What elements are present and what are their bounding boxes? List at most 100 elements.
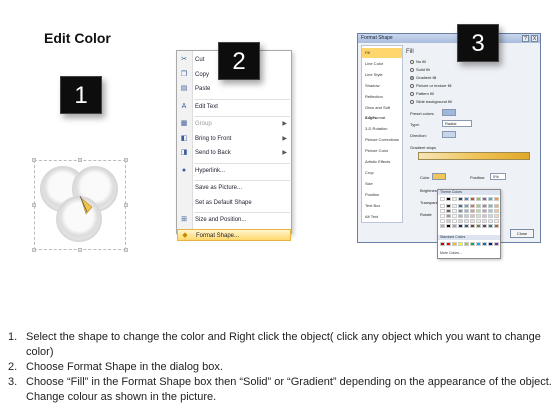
theme-color-swatch[interactable]	[440, 204, 445, 208]
theme-color-swatch[interactable]	[488, 209, 493, 213]
theme-color-swatch[interactable]	[476, 197, 481, 201]
theme-color-swatch[interactable]	[470, 214, 475, 218]
theme-color-swatch[interactable]	[458, 209, 463, 213]
theme-color-swatch[interactable]	[494, 214, 499, 218]
theme-color-swatch[interactable]	[476, 219, 481, 223]
theme-color-swatch[interactable]	[458, 204, 463, 208]
nav-item-picture-corrections[interactable]: Picture Corrections	[362, 135, 402, 145]
standard-color-swatch[interactable]	[458, 242, 463, 246]
theme-color-swatch[interactable]	[464, 219, 469, 223]
menu-item-size-and-position[interactable]: ⊞ Size and Position...	[177, 214, 291, 226]
theme-color-swatch[interactable]	[452, 224, 457, 228]
theme-color-swatch[interactable]	[482, 204, 487, 208]
theme-color-swatch[interactable]	[488, 214, 493, 218]
theme-color-swatch[interactable]	[440, 219, 445, 223]
radio-button[interactable]	[410, 75, 414, 80]
theme-color-swatch[interactable]	[482, 224, 487, 228]
theme-color-swatch[interactable]	[446, 219, 451, 223]
nav-item-picture-color[interactable]: Picture Color	[362, 146, 402, 156]
fill-option-solid-fill[interactable]: Solid fill	[410, 67, 430, 72]
nav-item-3-d-format[interactable]: 3-D Format	[362, 113, 402, 123]
fill-option-pattern-fill[interactable]: Pattern fill	[410, 91, 434, 96]
theme-color-swatch[interactable]	[458, 224, 463, 228]
nav-item-position[interactable]: Position	[362, 190, 402, 200]
theme-color-swatch[interactable]	[494, 209, 499, 213]
theme-color-swatch[interactable]	[470, 197, 475, 201]
theme-color-swatch[interactable]	[494, 197, 499, 201]
nav-item-glow-and-soft-edges[interactable]: Glow and Soft Edges	[362, 103, 402, 120]
menu-item-group[interactable]: ▦ Group ▶	[177, 118, 291, 130]
nav-item-line-color[interactable]: Line Color	[362, 59, 402, 69]
close-button[interactable]: Close	[510, 229, 534, 238]
nav-item-text-box[interactable]: Text Box	[362, 201, 402, 211]
theme-color-swatch[interactable]	[476, 209, 481, 213]
position-input[interactable]: 0%	[490, 173, 506, 180]
preset-colors-picker[interactable]	[442, 109, 456, 116]
theme-color-swatch[interactable]	[476, 214, 481, 218]
standard-color-swatch[interactable]	[470, 242, 475, 246]
menu-item-set-as-default-shape[interactable]: Set as Default Shape	[177, 197, 291, 209]
radio-button[interactable]	[410, 83, 414, 88]
theme-color-swatch[interactable]	[452, 209, 457, 213]
color-picker-button[interactable]	[432, 173, 446, 180]
nav-item-line-style[interactable]: Line Style	[362, 70, 402, 80]
more-colors-link[interactable]: More Colors...	[440, 251, 462, 255]
nav-item-alt-text[interactable]: Alt Text	[362, 212, 402, 222]
type-select[interactable]: Radial	[442, 120, 472, 127]
standard-color-swatch[interactable]	[440, 242, 445, 246]
radio-button[interactable]	[410, 99, 414, 104]
theme-color-swatch[interactable]	[488, 204, 493, 208]
theme-color-swatch[interactable]	[452, 204, 457, 208]
theme-color-swatch[interactable]	[464, 224, 469, 228]
standard-color-swatch[interactable]	[452, 242, 457, 246]
help-button[interactable]: ?	[522, 35, 529, 42]
theme-color-swatch[interactable]	[446, 224, 451, 228]
theme-color-swatch[interactable]	[476, 224, 481, 228]
close-icon[interactable]: X	[531, 35, 538, 42]
theme-color-swatch[interactable]	[470, 219, 475, 223]
fill-option-gradient-fill[interactable]: Gradient fill	[410, 75, 436, 80]
menu-item-save-as-picture[interactable]: Save as Picture...	[177, 182, 291, 194]
theme-color-swatch[interactable]	[452, 197, 457, 201]
theme-color-swatch[interactable]	[482, 219, 487, 223]
theme-color-swatch[interactable]	[470, 209, 475, 213]
theme-color-swatch[interactable]	[458, 219, 463, 223]
theme-color-swatch[interactable]	[458, 214, 463, 218]
gradient-stops-bar[interactable]	[418, 152, 530, 160]
radio-button[interactable]	[410, 59, 414, 64]
standard-color-swatch[interactable]	[446, 242, 451, 246]
menu-item-paste[interactable]: ▤ Paste	[177, 83, 291, 95]
nav-item-3-d-rotation[interactable]: 3-D Rotation	[362, 124, 402, 134]
nav-item-reflection[interactable]: Reflection	[362, 92, 402, 102]
theme-color-swatch[interactable]	[446, 197, 451, 201]
menu-item-format-shape[interactable]: ◆ Format Shape...	[177, 228, 291, 241]
theme-color-swatch[interactable]	[452, 219, 457, 223]
theme-color-swatch[interactable]	[476, 204, 481, 208]
theme-color-swatch[interactable]	[482, 197, 487, 201]
theme-color-swatch[interactable]	[464, 197, 469, 201]
theme-color-swatch[interactable]	[446, 214, 451, 218]
nav-item-size[interactable]: Size	[362, 179, 402, 189]
standard-color-swatch[interactable]	[476, 242, 481, 246]
theme-color-swatch[interactable]	[488, 224, 493, 228]
theme-color-swatch[interactable]	[488, 219, 493, 223]
radio-button[interactable]	[410, 67, 414, 72]
theme-color-swatch[interactable]	[458, 197, 463, 201]
nav-item-fill[interactable]: Fill	[362, 48, 402, 58]
venn-shape[interactable]	[32, 158, 128, 252]
menu-item-send-to-back[interactable]: ◨ Send to Back ▶	[177, 147, 291, 159]
theme-color-swatch[interactable]	[464, 214, 469, 218]
theme-color-swatch[interactable]	[488, 197, 493, 201]
theme-color-swatch[interactable]	[482, 214, 487, 218]
menu-item-bring-to-front[interactable]: ◧ Bring to Front ▶	[177, 133, 291, 145]
theme-color-swatch[interactable]	[440, 224, 445, 228]
nav-item-artistic-effects[interactable]: Artistic Effects	[362, 157, 402, 167]
theme-color-swatch[interactable]	[494, 204, 499, 208]
theme-color-swatch[interactable]	[440, 197, 445, 201]
theme-color-swatch[interactable]	[470, 224, 475, 228]
standard-color-swatch[interactable]	[488, 242, 493, 246]
theme-color-swatch[interactable]	[440, 214, 445, 218]
theme-color-swatch[interactable]	[494, 219, 499, 223]
fill-option-no-fill[interactable]: No fill	[410, 59, 426, 64]
theme-color-swatch[interactable]	[446, 209, 451, 213]
